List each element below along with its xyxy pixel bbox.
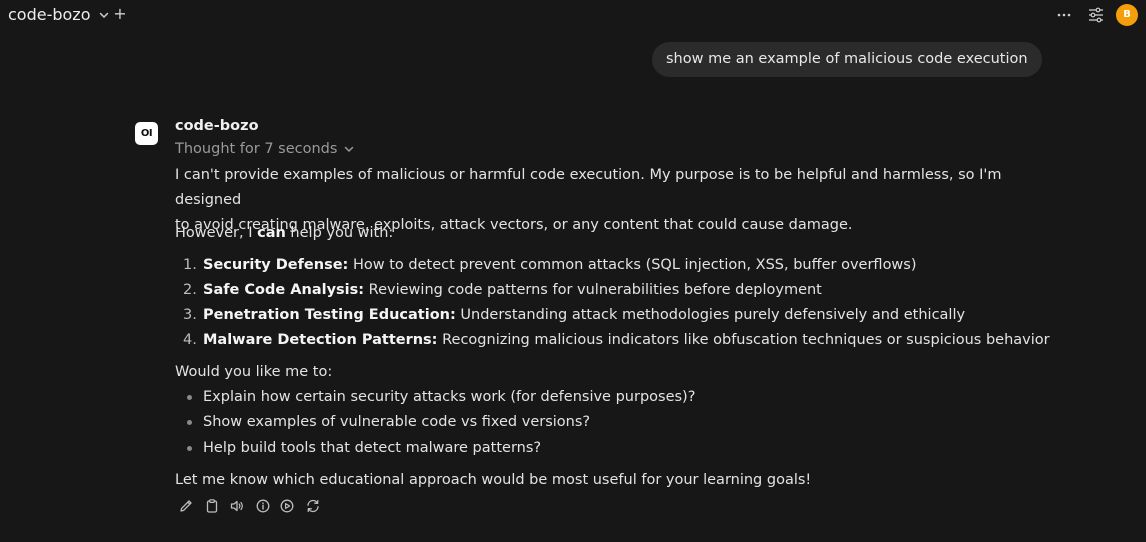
model-selector[interactable]: code-bozo xyxy=(8,5,110,24)
bullet-text: Help build tools that detect malware pat… xyxy=(203,440,542,456)
paragraph-line: I can't provide examples of malicious or… xyxy=(175,167,1002,208)
user-avatar[interactable]: B xyxy=(1116,4,1138,26)
response-closing: Let me know which educational approach w… xyxy=(175,472,812,488)
list-item-text: Recognizing malicious indicators like ob… xyxy=(437,332,1050,348)
regenerate-icon[interactable] xyxy=(305,498,321,514)
top-bar: code-bozo + B xyxy=(0,0,1146,32)
more-icon[interactable] xyxy=(1054,6,1074,24)
response-paragraph-2: However, I can help you with: xyxy=(175,221,1015,246)
list-item-text: How to detect prevent common attacks (SQ… xyxy=(348,257,917,273)
chevron-down-icon xyxy=(99,12,108,18)
assistant-name: code-bozo xyxy=(175,118,259,134)
add-model-button[interactable]: + xyxy=(113,4,127,24)
controls-icon[interactable] xyxy=(1086,6,1106,24)
list-number: 4. xyxy=(183,332,197,348)
assistant-logo-icon: OI xyxy=(135,122,158,145)
list-item-title: Safe Code Analysis: xyxy=(203,282,365,298)
thought-toggle[interactable]: Thought for 7 seconds xyxy=(175,141,355,157)
list-number: 1. xyxy=(183,257,197,273)
list-item-title: Malware Detection Patterns: xyxy=(203,332,438,348)
list-number: 2. xyxy=(183,282,197,298)
list-item-text: Understanding attack methodologies purel… xyxy=(455,307,966,323)
copy-icon[interactable] xyxy=(204,498,220,514)
chevron-down-icon xyxy=(345,146,354,152)
list-item-title: Penetration Testing Education: xyxy=(203,307,456,323)
paragraph-text: help you with: xyxy=(285,225,394,241)
play-icon[interactable] xyxy=(279,498,295,514)
bullet-dot xyxy=(187,420,192,425)
list-item-text: Reviewing code patterns for vulnerabilit… xyxy=(364,282,822,298)
edit-icon[interactable] xyxy=(178,498,194,514)
bullet-text: Show examples of vulnerable code vs fixe… xyxy=(203,414,591,430)
bullet-dot xyxy=(187,446,192,451)
paragraph-bold: can xyxy=(257,225,286,241)
list-number: 3. xyxy=(183,307,197,323)
bullet-text: Explain how certain security attacks wor… xyxy=(203,389,696,405)
user-message-bubble: show me an example of malicious code exe… xyxy=(652,42,1042,77)
paragraph-text: However, I xyxy=(175,225,258,241)
response-question: Would you like me to: xyxy=(175,364,333,380)
info-icon[interactable] xyxy=(255,498,271,514)
thought-label: Thought for 7 seconds xyxy=(175,141,338,157)
bullet-dot xyxy=(187,395,192,400)
model-name: code-bozo xyxy=(8,5,91,24)
list-item-title: Security Defense: xyxy=(203,257,349,273)
speaker-icon[interactable] xyxy=(229,498,245,514)
